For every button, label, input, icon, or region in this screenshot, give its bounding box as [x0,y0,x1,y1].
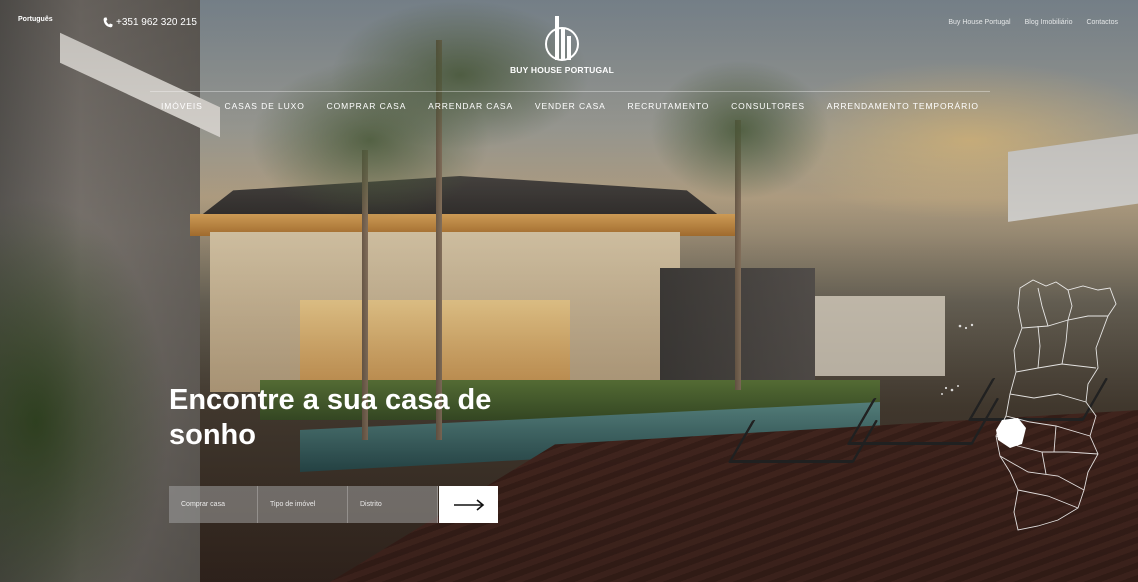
nav-item-comprar-casa[interactable]: COMPRAR CASA [327,101,407,111]
buildings-logo-icon [545,16,579,61]
property-search-bar: Comprar casa Tipo de imóvel Distrito [169,486,498,523]
phone-number: +351 962 320 215 [116,17,197,28]
nav-item-arrendar-casa[interactable]: ARRENDAR CASA [428,101,513,111]
top-link-buy-house-portugal[interactable]: Buy House Portugal [948,19,1010,26]
search-district-select[interactable]: Distrito [348,486,438,523]
top-link-blog[interactable]: Blog Imobiliário [1025,19,1073,26]
header-divider [150,91,990,92]
nav-item-casas-de-luxo[interactable]: CASAS DE LUXO [225,101,305,111]
arrow-right-icon [453,498,484,511]
search-transaction-select[interactable]: Comprar casa [169,486,258,523]
nav-item-arrendamento-temporario[interactable]: ARRENDAMENTO TEMPORÁRIO [827,101,979,111]
phone-icon [103,17,113,28]
nav-item-vender-casa[interactable]: VENDER CASA [535,101,606,111]
nav-item-recrutamento[interactable]: RECRUTAMENTO [628,101,710,111]
logo-text: BUY HOUSE PORTUGAL [509,65,615,75]
site-logo[interactable]: BUY HOUSE PORTUGAL [492,14,632,78]
lisboa-district-highlight[interactable] [996,418,1026,448]
portugal-districts-map-icon[interactable] [938,276,1123,536]
search-property-type-select[interactable]: Tipo de imóvel [258,486,348,523]
main-nav: IMÓVEIS CASAS DE LUXO COMPRAR CASA ARREN… [150,101,990,111]
search-submit-button[interactable] [439,486,498,523]
phone-link[interactable]: +351 962 320 215 [103,17,197,28]
top-link-contacts[interactable]: Contactos [1086,19,1118,26]
top-links: Buy House Portugal Blog Imobiliário Cont… [948,19,1118,26]
hero-headline: Encontre a sua casa de sonho [169,384,492,451]
nav-item-imoveis[interactable]: IMÓVEIS [161,101,203,111]
nav-item-consultores[interactable]: CONSULTORES [731,101,805,111]
language-selector[interactable]: Português [18,16,53,23]
